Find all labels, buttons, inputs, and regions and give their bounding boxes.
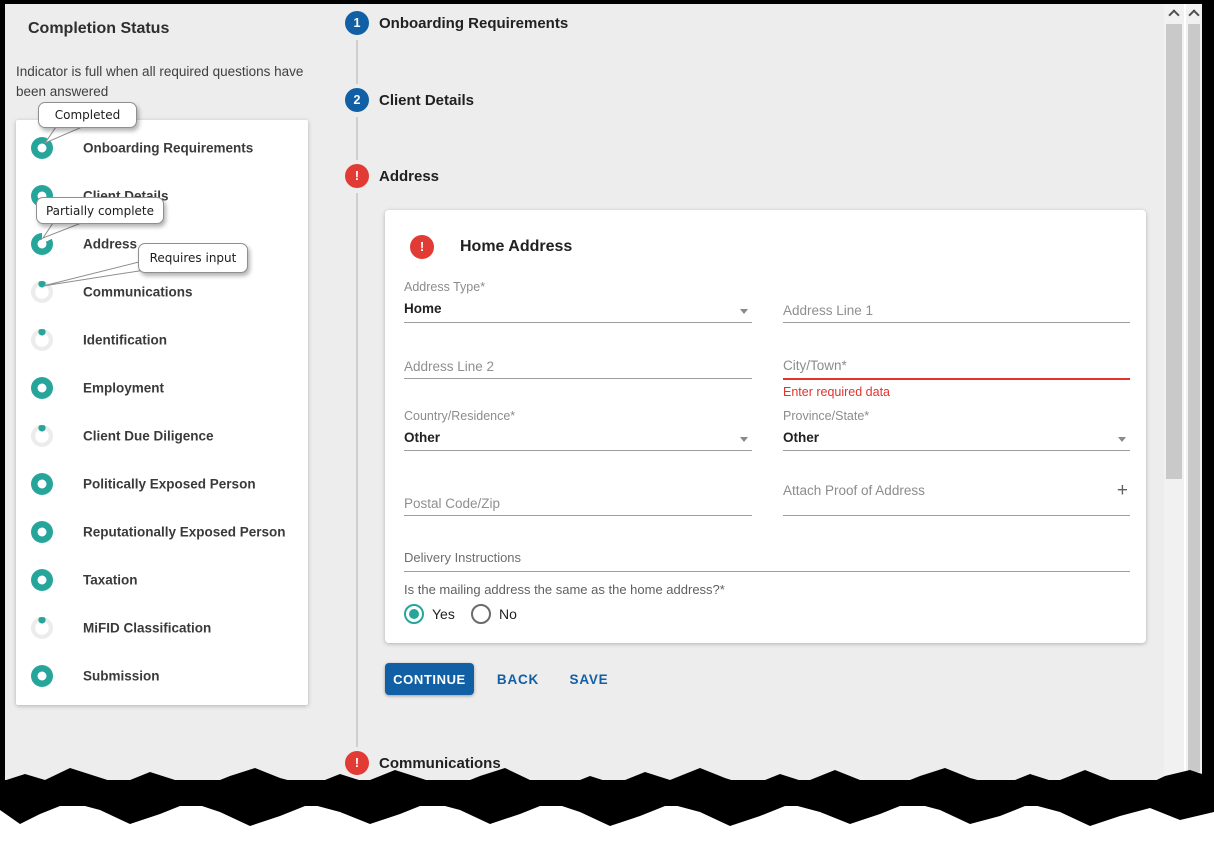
attach-proof-label: Attach Proof of Address <box>783 483 925 498</box>
status-item[interactable]: Client Due Diligence <box>16 412 308 460</box>
error-exclamation-icon: ! <box>410 235 434 259</box>
country-residence-label: Country/Residence* <box>404 409 515 423</box>
city-town-input[interactable]: City/Town* <box>783 336 1130 380</box>
address-type-label: Address Type* <box>404 280 485 294</box>
radio-yes-label[interactable]: Yes <box>432 606 455 622</box>
city-town-error-message: Enter required data <box>783 385 890 399</box>
delivery-instructions-placeholder: Delivery Instructions <box>404 550 521 565</box>
chevron-down-icon[interactable] <box>740 309 748 314</box>
stepper-connector <box>356 193 358 747</box>
step-communications-label[interactable]: Communications <box>379 755 501 772</box>
city-town-label: City/Town* <box>783 358 847 373</box>
add-attachment-icon[interactable]: + <box>1117 480 1128 502</box>
status-item[interactable]: Employment <box>16 364 308 412</box>
country-residence-value: Other <box>404 430 440 445</box>
status-item[interactable]: Reputationally Exposed Person <box>16 508 308 556</box>
tooltip-completed: Completed <box>38 102 137 128</box>
postal-code-placeholder: Postal Code/Zip <box>404 496 500 511</box>
status-item[interactable]: MiFID Classification <box>16 604 308 652</box>
status-indicator-icon <box>31 617 53 639</box>
status-item[interactable]: Onboarding Requirements <box>16 124 308 172</box>
province-state-select[interactable]: Province/State* Other <box>783 409 1130 451</box>
province-state-value: Other <box>783 430 819 445</box>
status-indicator-icon <box>31 425 53 447</box>
inner-scrollbar[interactable] <box>1164 4 1184 780</box>
chevron-up-icon <box>1168 9 1179 20</box>
status-indicator-icon <box>31 377 53 399</box>
postal-code-input[interactable]: Postal Code/Zip <box>404 474 752 516</box>
step-communications-error-circle[interactable]: ! <box>345 751 369 775</box>
stepper-connector <box>356 40 358 84</box>
status-item-label: Reputationally Exposed Person <box>83 525 286 540</box>
status-indicator-icon <box>31 473 53 495</box>
stepper-connector <box>356 779 358 780</box>
status-indicator-icon <box>31 569 53 591</box>
outer-scrollbar[interactable] <box>1184 4 1202 780</box>
radio-yes[interactable] <box>404 604 424 624</box>
step-2-circle[interactable]: 2 <box>345 88 369 112</box>
delivery-instructions-input[interactable]: Delivery Instructions <box>404 542 1130 572</box>
scroll-up-button[interactable] <box>1164 4 1184 22</box>
status-indicator-icon <box>31 281 53 303</box>
status-item-label: Submission <box>83 669 160 684</box>
tooltip-partially-complete: Partially complete <box>36 197 164 224</box>
status-item[interactable]: Identification <box>16 316 308 364</box>
save-button[interactable]: SAVE <box>561 663 617 695</box>
status-item[interactable]: Taxation <box>16 556 308 604</box>
status-item-label: Client Due Diligence <box>83 429 214 444</box>
app-window: Completion Status Indicator is full when… <box>5 4 1202 780</box>
status-item-label: Address <box>83 237 137 252</box>
step-address-error-circle[interactable]: ! <box>345 164 369 188</box>
status-item-label: MiFID Classification <box>83 621 211 636</box>
completion-status-description: Indicator is full when all required ques… <box>16 62 316 102</box>
completion-status-title: Completion Status <box>28 20 169 38</box>
step-address-label[interactable]: Address <box>379 168 439 185</box>
address-type-select[interactable]: Address Type* Home <box>404 280 752 323</box>
step-1-circle[interactable]: 1 <box>345 11 369 35</box>
tooltip-requires-input: Requires input <box>138 243 248 273</box>
status-indicator-icon <box>31 329 53 351</box>
address-line-2-input[interactable]: Address Line 2 <box>404 336 752 379</box>
address-line-1-input[interactable]: Address Line 1 <box>783 280 1130 323</box>
scroll-up-button[interactable] <box>1186 4 1202 22</box>
screenshot: Completion Status Indicator is full when… <box>0 0 1214 843</box>
chevron-up-icon <box>1188 9 1199 20</box>
status-item[interactable]: Politically Exposed Person <box>16 460 308 508</box>
step-2-label[interactable]: Client Details <box>379 92 474 109</box>
mailing-address-question: Is the mailing address the same as the h… <box>404 582 725 597</box>
status-item-label: Onboarding Requirements <box>83 141 253 156</box>
step-1-label[interactable]: Onboarding Requirements <box>379 15 568 32</box>
radio-no[interactable] <box>471 604 491 624</box>
stepper-connector <box>356 117 358 160</box>
inner-scrollbar-thumb[interactable] <box>1166 24 1182 479</box>
address-line-1-placeholder: Address Line 1 <box>783 303 873 318</box>
outer-scrollbar-thumb[interactable] <box>1188 24 1200 772</box>
continue-button[interactable]: CONTINUE <box>385 663 474 695</box>
status-item-label: Taxation <box>83 573 138 588</box>
status-indicator-icon <box>31 137 53 159</box>
address-type-value: Home <box>404 301 442 316</box>
status-item[interactable]: Communications <box>16 268 308 316</box>
chevron-down-icon[interactable] <box>1118 437 1126 442</box>
status-indicator-icon <box>31 521 53 543</box>
status-item-label: Employment <box>83 381 164 396</box>
status-item[interactable]: Submission <box>16 652 308 700</box>
status-item-label: Politically Exposed Person <box>83 477 256 492</box>
province-state-label: Province/State* <box>783 409 869 423</box>
status-indicator-icon <box>31 665 53 687</box>
address-line-2-placeholder: Address Line 2 <box>404 359 494 374</box>
country-residence-select[interactable]: Country/Residence* Other <box>404 409 752 451</box>
attach-proof-field[interactable]: Attach Proof of Address + <box>783 474 1130 516</box>
radio-no-label[interactable]: No <box>499 606 517 622</box>
status-indicator-icon <box>31 233 53 255</box>
back-button[interactable]: BACK <box>487 663 549 695</box>
home-address-card: ! Home Address Address Type* Home Addres… <box>385 210 1146 643</box>
chevron-down-icon[interactable] <box>740 437 748 442</box>
home-address-title: Home Address <box>460 238 572 256</box>
status-item-label: Communications <box>83 285 193 300</box>
status-item-label: Identification <box>83 333 167 348</box>
